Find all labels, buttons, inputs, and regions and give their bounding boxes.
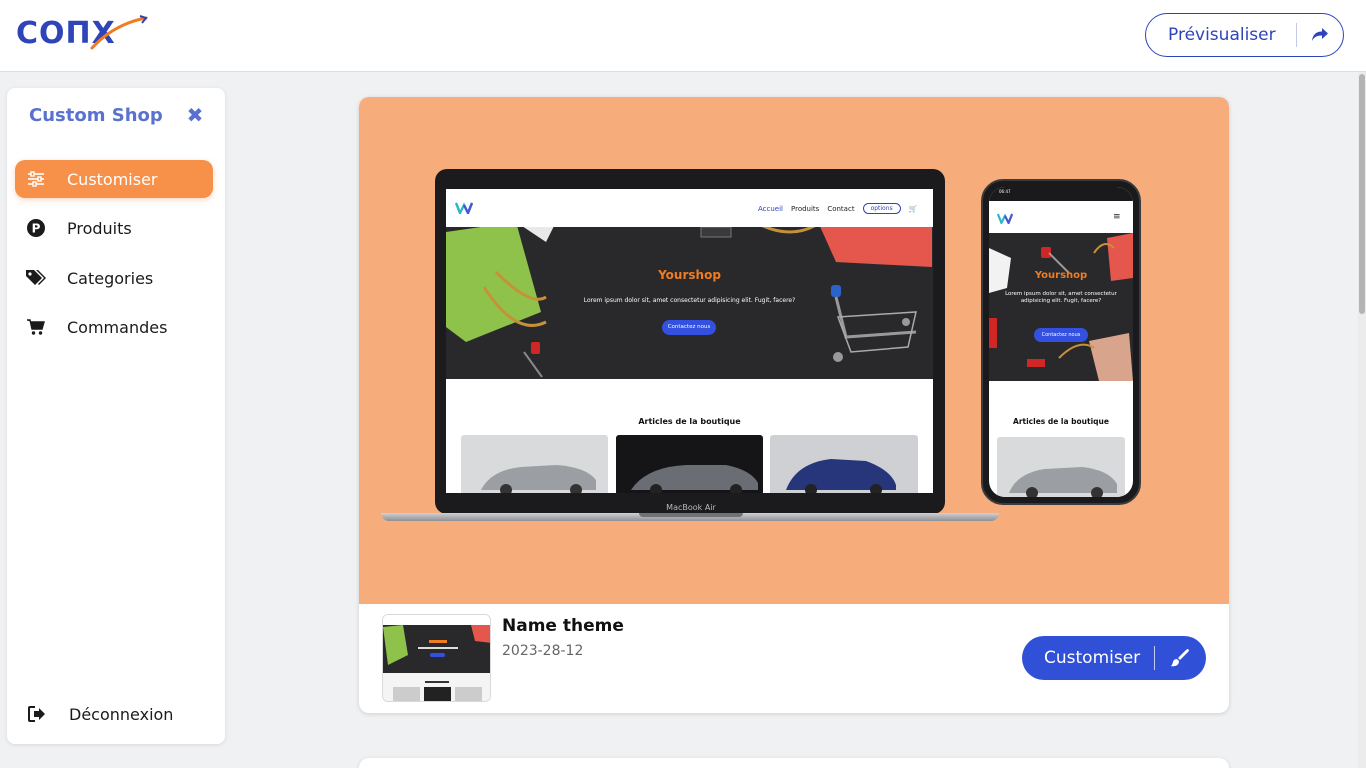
theme-card: Accueil Produits Contact options 🛒 Yours… xyxy=(359,97,1229,713)
mock-phone-hero-title: Yourshop xyxy=(1034,270,1088,281)
mock-phone-menu-icon: ≡ xyxy=(1113,212,1121,222)
paint-brush-icon xyxy=(1155,648,1205,668)
mock-site-logo-icon xyxy=(455,202,473,214)
theme-name: Name theme xyxy=(502,616,624,636)
share-arrow-icon xyxy=(1297,13,1343,57)
mock-phone-hero: Yourshop Lorem ipsum dolor sit, amet con… xyxy=(989,233,1133,381)
sign-out-icon xyxy=(15,706,59,722)
sidebar-item-label: Categories xyxy=(67,268,154,288)
theme-thumbnail xyxy=(382,614,491,702)
brand-logo[interactable]: COΠX xyxy=(16,14,148,54)
mock-nav-link: Contact xyxy=(827,204,855,213)
mock-options-pill: options xyxy=(862,203,901,214)
mock-phone-articles-title: Articles de la boutique xyxy=(1013,417,1109,426)
sidebar-title: Custom Shop xyxy=(29,105,163,126)
laptop-screen: Accueil Produits Contact options 🛒 Yours… xyxy=(446,189,933,493)
sidebar-item-label: Customiser xyxy=(67,169,158,189)
phone-screen: 06:47 ≡ Yourshop Lorem ipsum dolor sit, xyxy=(989,187,1133,497)
customise-theme-button[interactable]: Customiser xyxy=(1022,636,1206,680)
sidebar-item-label: Produits xyxy=(67,218,132,238)
svg-text:P: P xyxy=(32,222,41,236)
laptop-base-notch xyxy=(639,513,743,517)
mock-phone-contact-button: Contactez nous xyxy=(1034,328,1088,342)
logout-label: Déconnexion xyxy=(69,704,174,724)
logo-swoosh-icon xyxy=(90,15,148,50)
sliders-icon xyxy=(15,160,57,198)
mock-product-cards-image xyxy=(461,435,918,493)
close-icon[interactable]: ✖ xyxy=(185,103,205,127)
mock-hero-title: Yourshop xyxy=(658,268,721,282)
sidebar-item-produits[interactable]: P Produits xyxy=(15,209,213,247)
p-circle-icon: P xyxy=(15,209,57,247)
sidebar-item-categories[interactable]: Categories xyxy=(15,259,213,297)
mock-hero-contact-button: Contactez nous xyxy=(662,320,716,335)
logout-button[interactable]: Déconnexion xyxy=(15,695,213,733)
theme-date: 2023-28-12 xyxy=(502,643,584,659)
theme-thumbnail-image xyxy=(383,615,490,701)
cart-icon xyxy=(15,308,57,346)
phone-status-time: 06:47 xyxy=(999,189,1011,194)
sidebar: Custom Shop ✖ Customiser P Produits Cate… xyxy=(7,88,225,744)
sidebar-item-commandes[interactable]: Commandes xyxy=(15,308,213,346)
mock-phone-hero-subtitle: Lorem ipsum dolor sit, amet consectetur … xyxy=(1005,291,1117,304)
mock-site-hero: Yourshop Lorem ipsum dolor sit, amet con… xyxy=(446,227,933,379)
mock-phone-navbar: ≡ xyxy=(989,201,1133,233)
mock-nav-link: Produits xyxy=(791,204,820,213)
mock-site-navbar: Accueil Produits Contact options 🛒 xyxy=(446,189,933,227)
mock-phone-product-image xyxy=(997,437,1125,497)
mock-hero-subtitle: Lorem ipsum dolor sit, amet consectetur … xyxy=(583,297,796,304)
mock-articles-title: Articles de la boutique xyxy=(638,417,741,426)
mock-cart-icon: 🛒 xyxy=(908,204,918,213)
tags-icon xyxy=(15,259,57,297)
mock-phone-logo-icon xyxy=(997,213,1013,224)
sidebar-item-label: Commandes xyxy=(67,317,168,337)
next-theme-card xyxy=(359,758,1229,768)
laptop-brand-label: MacBook Air xyxy=(666,503,716,512)
preview-button[interactable]: Prévisualiser xyxy=(1145,13,1344,57)
sidebar-item-customiser[interactable]: Customiser xyxy=(15,160,213,198)
customise-button-label: Customiser xyxy=(1044,648,1141,668)
mock-nav-link: Accueil xyxy=(758,204,783,213)
preview-button-label: Prévisualiser xyxy=(1168,25,1276,45)
top-header: COΠX Prévisualiser xyxy=(0,0,1366,72)
page-scrollbar-thumb[interactable] xyxy=(1359,74,1365,314)
mock-phone-hero-image xyxy=(989,233,1133,381)
